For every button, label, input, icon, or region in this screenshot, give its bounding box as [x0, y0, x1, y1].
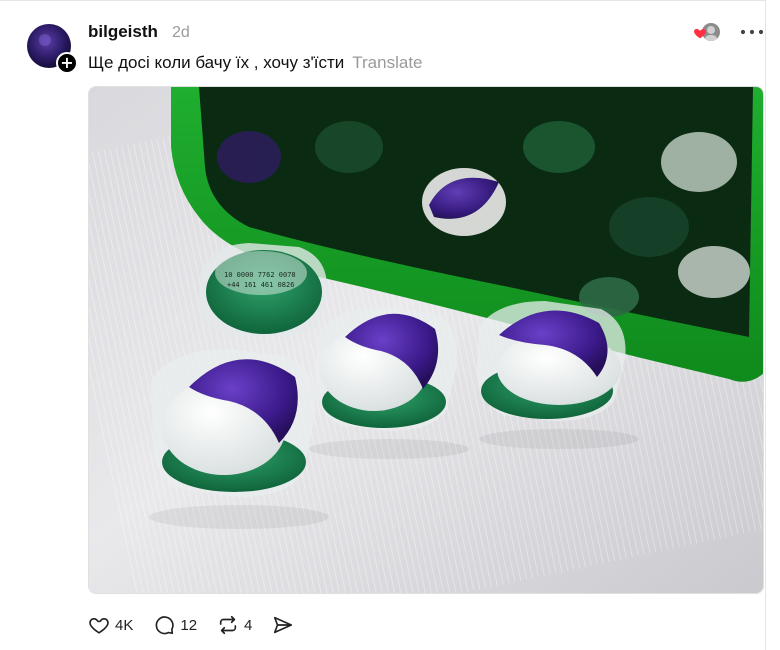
like-button[interactable]: 4K [88, 614, 133, 636]
post-caption: Ще досі коли бачу їх , хочу з'їсти [88, 53, 345, 72]
follow-button[interactable]: + [56, 52, 78, 74]
author-avatar-container[interactable]: + [27, 24, 78, 74]
detergent-pods-photo: 10 0000 7762 0078 +44 161 461 0826 [89, 87, 763, 593]
post-photo[interactable]: 10 0000 7762 0078 +44 161 461 0826 [88, 86, 764, 594]
heart-icon [694, 28, 706, 39]
repost-count: 4 [244, 616, 253, 634]
send-icon [274, 616, 293, 634]
like-count: 4K [115, 616, 134, 634]
speech-bubble-icon [155, 616, 175, 635]
svg-text:+44 161 461 0826: +44 161 461 0826 [227, 281, 294, 289]
share-button[interactable] [272, 614, 294, 636]
author-username[interactable]: bilgeisth [88, 22, 158, 42]
translate-button[interactable]: Translate [352, 53, 422, 72]
reply-button[interactable]: 12 [153, 614, 197, 636]
repost-button[interactable]: 4 [217, 614, 252, 636]
post-timestamp[interactable]: 2d [172, 24, 190, 42]
post-text: Ще досі коли бачу їх , хочу з'їсти Transl… [88, 53, 423, 73]
liked-by-indicator[interactable] [693, 20, 723, 44]
feed-border [765, 0, 766, 650]
post-actions: 4K 12 4 [88, 612, 314, 638]
heart-outline-icon [89, 618, 109, 634]
reply-count: 12 [180, 616, 198, 634]
svg-text:10 0000 7762 0078: 10 0000 7762 0078 [224, 271, 296, 279]
ellipsis-icon[interactable] [738, 22, 766, 42]
repost-arrows-icon [219, 615, 237, 635]
top-divider [0, 0, 765, 1]
